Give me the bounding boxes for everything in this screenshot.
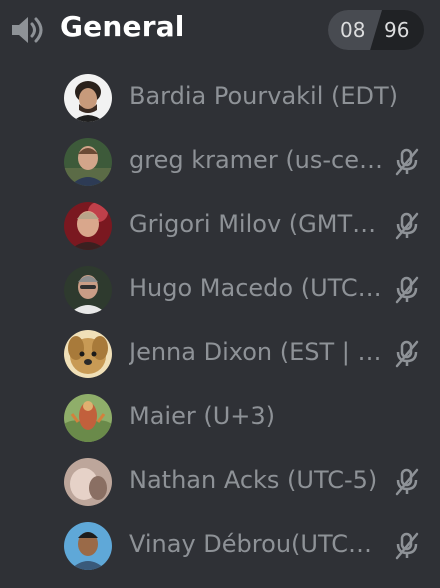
avatar[interactable] [64, 394, 112, 442]
voice-user-row[interactable]: Maier (U+3) [0, 388, 440, 452]
voice-user-row[interactable]: Grigori Milov (GMT+3) [0, 196, 440, 260]
voice-user-row[interactable]: greg kramer (us-central) [0, 132, 440, 196]
microphone-muted-icon [395, 532, 419, 560]
avatar[interactable] [64, 266, 112, 314]
avatar[interactable] [64, 330, 112, 378]
speaker-icon [12, 17, 43, 43]
voice-user-row[interactable]: Bardia Pourvakil (EDT) [0, 68, 440, 132]
voice-user-row[interactable]: Jenna Dixon (EST | NYC) [0, 324, 440, 388]
username: Nathan Acks (UTC-5) [129, 466, 378, 494]
username: Maier (U+3) [129, 402, 276, 430]
channel-name: General [60, 10, 185, 43]
user-limit-badge: 08 96 [328, 10, 424, 50]
avatar[interactable] [64, 202, 112, 250]
voice-user-row[interactable]: Vinay Débrou(UTC+5:30) [0, 516, 440, 580]
microphone-muted-icon [395, 340, 419, 368]
username: Bardia Pourvakil (EDT) [129, 82, 399, 110]
microphone-muted-icon [395, 276, 419, 304]
username: Hugo Macedo (UTC+1) [129, 274, 384, 302]
user-count: 08 [340, 18, 366, 42]
avatar[interactable] [64, 138, 112, 186]
microphone-muted-icon [395, 468, 419, 496]
username: greg kramer (us-central) [129, 146, 384, 174]
avatar[interactable] [64, 74, 112, 122]
microphone-muted-icon [395, 212, 419, 240]
voice-user-list: Bardia Pourvakil (EDT) greg kramer (us-c… [0, 68, 440, 580]
username: Grigori Milov (GMT+3) [129, 210, 384, 238]
microphone-muted-icon [395, 148, 419, 176]
user-limit: 96 [384, 18, 410, 42]
voice-user-row[interactable]: Hugo Macedo (UTC+1) [0, 260, 440, 324]
avatar[interactable] [64, 458, 112, 506]
avatar[interactable] [64, 522, 112, 570]
username: Vinay Débrou(UTC+5:30) [129, 530, 384, 558]
username: Jenna Dixon (EST | NYC) [129, 338, 384, 366]
voice-channel-header[interactable]: General 08 96 [0, 0, 440, 62]
voice-user-row[interactable]: Nathan Acks (UTC-5) [0, 452, 440, 516]
